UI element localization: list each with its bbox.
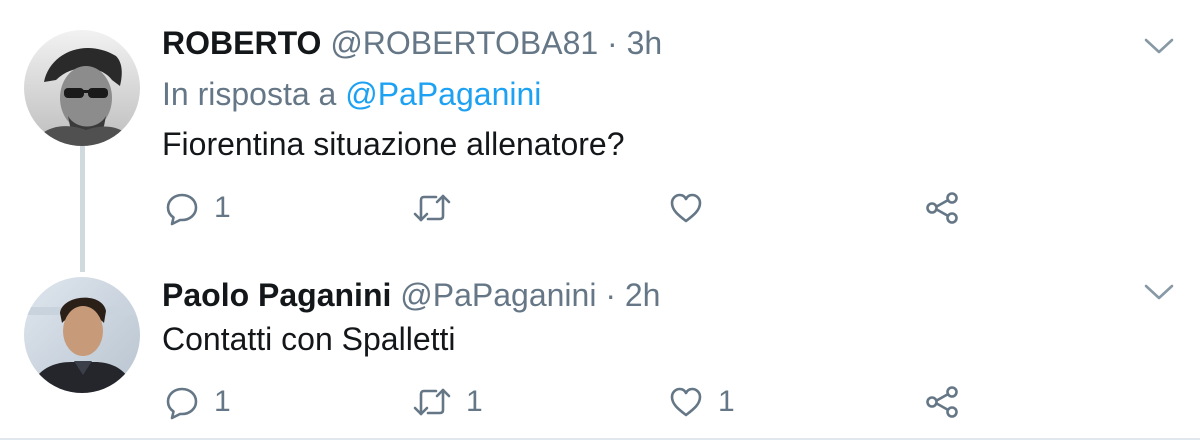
reply-count: 1 (214, 191, 231, 224)
tweet-header: Paolo Paganini @PaPaganini · 2h (162, 275, 660, 315)
reply-context: In risposta a @PaPaganini (162, 74, 541, 114)
share-icon (926, 192, 958, 224)
share-button[interactable] (924, 188, 960, 228)
user-handle[interactable]: @PaPaganini (400, 277, 596, 313)
avatar[interactable] (24, 30, 140, 146)
tweet-text: Contatti con Spalletti (162, 321, 456, 357)
reply-mention-link[interactable]: @PaPaganini (345, 76, 541, 112)
reply-count: 1 (214, 385, 231, 418)
like-button[interactable]: 1 (668, 382, 735, 422)
bottom-divider (0, 438, 1200, 440)
display-name[interactable]: ROBERTO (162, 25, 321, 61)
header-separator: · (607, 25, 618, 61)
tweet-text: Fiorentina situazione allenatore? (162, 126, 625, 162)
tweet-roberto[interactable]: ROBERTO @ROBERTOBA81 · 3h In risposta a … (0, 0, 1200, 272)
reply-bubble-icon (166, 387, 198, 420)
retweet-icon (413, 194, 451, 222)
retweet-count: 1 (466, 385, 483, 418)
chevron-down-icon[interactable] (1142, 35, 1176, 57)
like-button[interactable] (668, 188, 718, 228)
tweet-timestamp[interactable]: 2h (625, 277, 661, 313)
reply-bubble-icon (166, 193, 198, 226)
share-button[interactable] (924, 382, 960, 422)
tweet-timestamp[interactable]: 3h (627, 25, 663, 61)
heart-icon (670, 387, 702, 417)
like-count: 1 (718, 385, 735, 418)
retweet-button[interactable] (412, 188, 466, 228)
header-separator: · (605, 277, 616, 313)
reply-button[interactable]: 1 (164, 188, 231, 228)
reply-context-prefix: In risposta a (162, 76, 337, 112)
tweet-header: ROBERTO @ROBERTOBA81 · 3h (162, 23, 662, 63)
retweet-icon (413, 388, 451, 416)
share-icon (926, 386, 958, 418)
display-name[interactable]: Paolo Paganini (162, 277, 391, 313)
thread-connector-line (80, 146, 85, 272)
avatar[interactable] (24, 277, 140, 393)
reply-button[interactable]: 1 (164, 382, 231, 422)
chevron-down-icon[interactable] (1142, 281, 1176, 303)
retweet-button[interactable]: 1 (412, 382, 483, 422)
tweet-paolo-paganini[interactable]: Paolo Paganini @PaPaganini · 2h Contatti… (0, 255, 1200, 438)
user-handle[interactable]: @ROBERTOBA81 (330, 25, 598, 61)
heart-icon (670, 193, 702, 223)
